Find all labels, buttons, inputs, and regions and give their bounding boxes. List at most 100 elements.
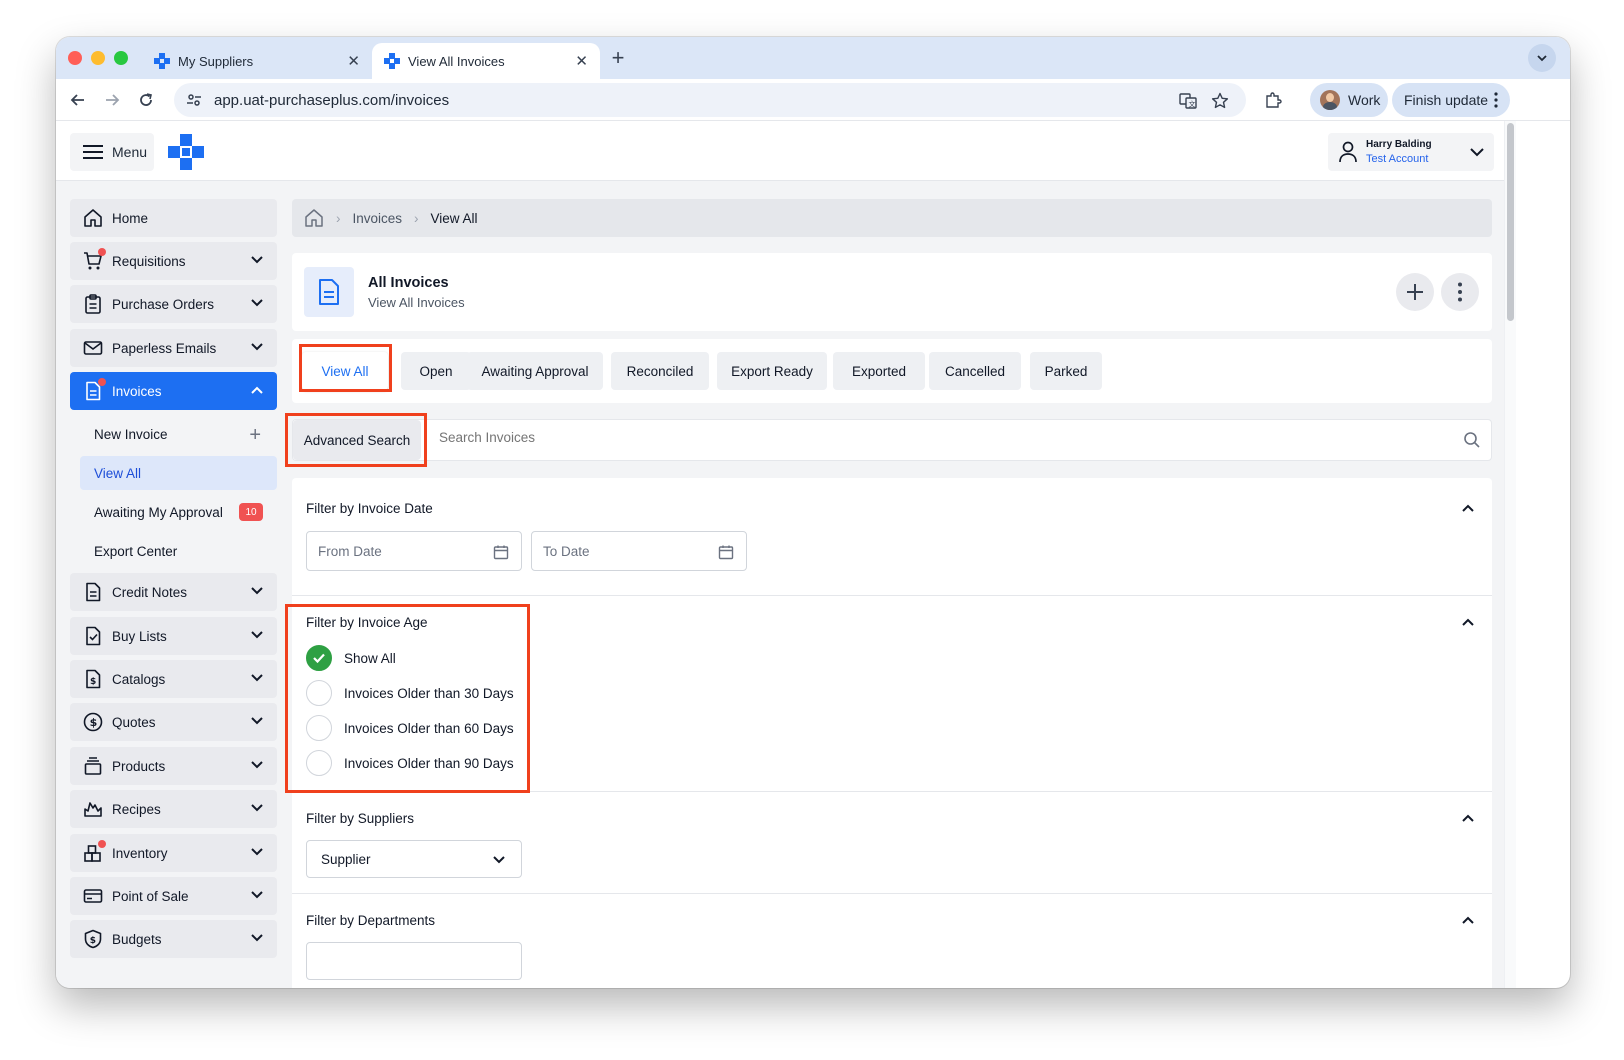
invoice-age-option[interactable]: Show All [306,644,396,672]
sidebar-item-catalogs[interactable]: $ Catalogs [70,660,277,698]
chevron-up-icon[interactable] [1460,912,1476,928]
add-invoice-button[interactable] [1396,273,1434,311]
chevron-up-icon[interactable] [1460,810,1476,826]
breadcrumb-invoices[interactable]: Invoices [353,211,403,226]
page-subtitle: View All Invoices [368,295,465,310]
search-icon[interactable] [1463,431,1481,449]
from-date-input[interactable]: From Date [306,531,522,571]
sidebar-item-home[interactable]: Home [70,199,277,237]
filters-panel: Filter by Invoice Date From Date To Date… [292,478,1492,988]
sidebar-item-label: Recipes [112,801,161,817]
sidebar-item-inventory[interactable]: Inventory [70,834,277,872]
invoice-age-option[interactable]: Invoices Older than 30 Days [306,679,514,707]
search-input[interactable] [439,430,1439,445]
new-tab-button[interactable]: + [604,45,632,71]
site-settings-icon[interactable] [186,92,202,108]
translate-icon[interactable]: 文 [1178,91,1198,111]
page-scrollbar[interactable] [1504,121,1516,988]
radio-unchecked[interactable] [306,750,332,776]
tab-title: View All Invoices [408,53,505,69]
browser-tab-strip: My Suppliers ✕ View All Invoices ✕ + [56,37,1570,79]
home-icon[interactable] [304,208,324,228]
sidebar-subitem-awaiting-my-approval[interactable]: Awaiting My Approval 10 [80,495,277,529]
close-tab-icon[interactable]: ✕ [575,52,588,70]
sidebar-item-quotes[interactable]: $ Quotes [70,703,277,741]
tab-cancelled[interactable]: Cancelled [929,352,1021,390]
purchaseplus-favicon-icon [384,53,400,69]
address-bar[interactable]: app.uat-purchaseplus.com/invoices 文 [174,83,1246,117]
tab-export-ready[interactable]: Export Ready [717,352,827,390]
browser-tab-view-all-invoices[interactable]: View All Invoices ✕ [372,43,600,79]
more-options-button[interactable] [1441,273,1479,311]
profile-button[interactable]: Work [1310,83,1388,117]
sidebar-subitem-view-all[interactable]: View All [80,456,277,490]
chevron-down-icon [249,887,265,903]
supplier-select[interactable]: Supplier [306,840,522,878]
sidebar-item-buy-lists[interactable]: Buy Lists [70,617,277,655]
dollar-circle-icon: $ [82,711,104,733]
tab-reconciled[interactable]: Reconciled [611,352,709,390]
sidebar-item-label: Buy Lists [112,628,167,644]
radio-unchecked[interactable] [306,680,332,706]
tab-open[interactable]: Open [401,352,471,390]
radio-checked[interactable] [306,645,332,671]
user-name: Harry Balding [1366,139,1432,150]
plus-icon[interactable]: + [249,424,261,447]
invoice-age-option[interactable]: Invoices Older than 60 Days [306,714,514,742]
minimize-window-button[interactable] [91,51,105,65]
sidebar-item-label: Purchase Orders [112,296,215,312]
back-button[interactable] [66,88,90,112]
sidebar-subitem-new-invoice[interactable]: New Invoice + [80,417,277,451]
maximize-window-button[interactable] [114,51,128,65]
finish-update-label: Finish update [1404,92,1489,108]
svg-text:$: $ [90,677,96,687]
search-row: Advanced Search [292,419,1492,461]
sidebar-item-invoices[interactable]: Invoices [70,372,277,410]
advanced-search-button[interactable]: Advanced Search [293,420,421,460]
chevron-down-icon [249,844,265,860]
invoice-age-option-label: Invoices Older than 30 Days [344,685,514,701]
tab-awaiting-approval[interactable]: Awaiting Approval [467,352,603,390]
reload-icon [140,93,152,106]
sidebar-item-budgets[interactable]: $ Budgets [70,920,277,958]
profile-label: Work [1348,92,1381,108]
finish-update-button[interactable]: Finish update [1392,83,1510,117]
tab-title: My Suppliers [178,53,254,69]
url-text: app.uat-purchaseplus.com/invoices [214,91,450,109]
user-menu[interactable]: Harry Balding Test Account [1328,133,1494,171]
tab-search-button[interactable] [1528,44,1556,72]
reload-button[interactable] [134,88,158,112]
sidebar-item-point-of-sale[interactable]: Point of Sale [70,877,277,915]
close-window-button[interactable] [68,51,82,65]
sidebar-item-credit-notes[interactable]: Credit Notes [70,573,277,611]
boxes-icon [82,840,106,864]
forward-button[interactable] [100,88,124,112]
sidebar-item-paperless-emails[interactable]: Paperless Emails [70,329,277,367]
tab-view-all[interactable]: View All [302,352,388,390]
document-icon [82,581,104,603]
sidebar-subitem-export-center[interactable]: Export Center [80,534,277,568]
extensions-button[interactable] [1261,88,1285,112]
radio-unchecked[interactable] [306,715,332,741]
chevron-up-icon[interactable] [1460,614,1476,630]
bookmark-star-icon[interactable] [1210,91,1230,111]
browser-tab-my-suppliers[interactable]: My Suppliers ✕ [142,43,372,79]
sidebar-subitem-label: New Invoice [94,426,168,442]
close-tab-icon[interactable]: ✕ [347,52,360,70]
invoice-age-option[interactable]: Invoices Older than 90 Days [306,749,514,777]
sidebar-item-requisitions[interactable]: Requisitions [70,242,277,280]
department-select[interactable] [306,942,522,980]
purchaseplus-logo[interactable] [168,134,204,170]
sidebar-item-purchase-orders[interactable]: Purchase Orders [70,285,277,323]
sidebar-item-products[interactable]: Products [70,747,277,785]
tab-parked[interactable]: Parked [1030,352,1102,390]
tab-exported[interactable]: Exported [833,352,925,390]
to-date-input[interactable]: To Date [531,531,747,571]
sidebar-item-recipes[interactable]: Recipes [70,790,277,828]
browser-toolbar: app.uat-purchaseplus.com/invoices 文 Work… [56,79,1570,121]
scrollbar-thumb[interactable] [1507,123,1514,321]
invoice-filter-tabs: View All Open Awaiting Approval Reconciled E… [292,339,1492,403]
menu-button[interactable]: Menu [70,133,154,171]
chevron-up-icon[interactable] [1460,500,1476,516]
filter-invoice-age-title: Filter by Invoice Age [306,615,428,630]
